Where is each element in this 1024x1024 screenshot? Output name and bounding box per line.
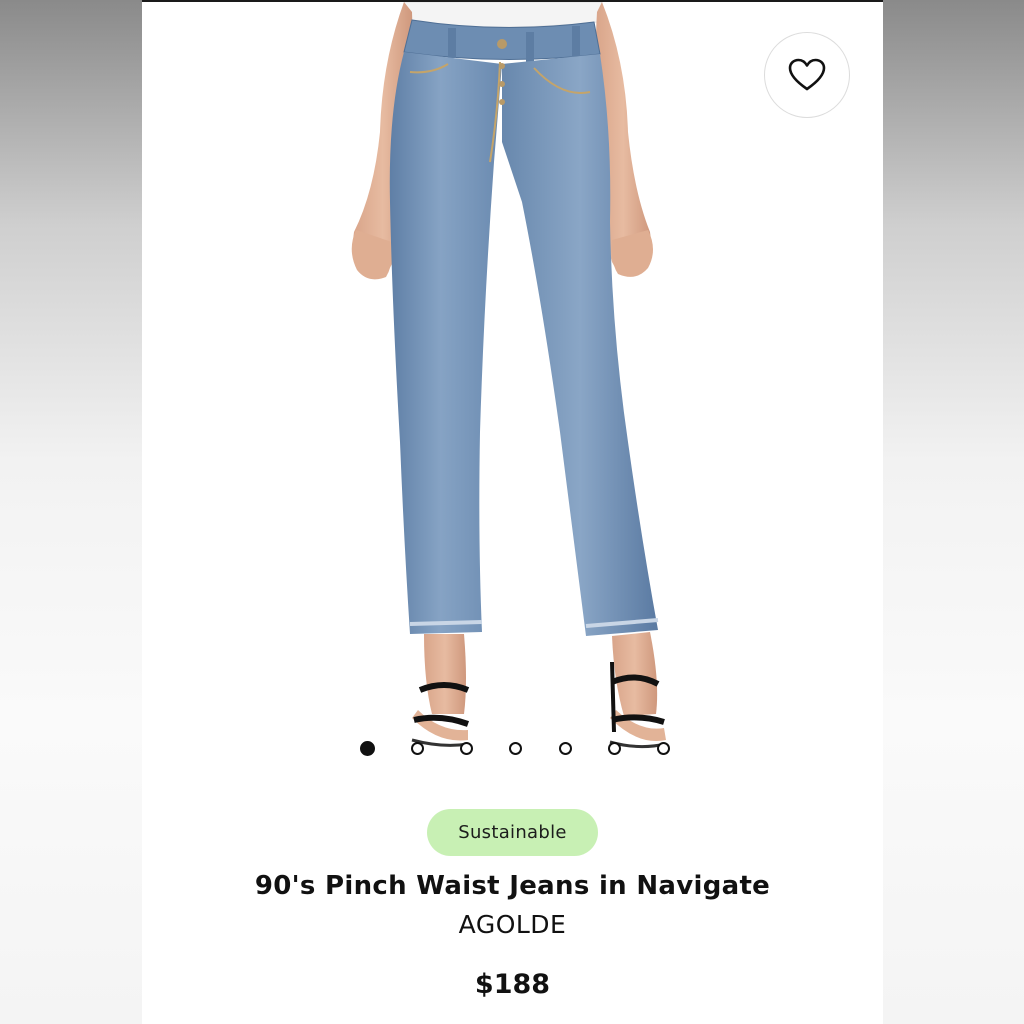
product-card: Sustainable 90's Pinch Waist Jeans in Na… (142, 0, 883, 1024)
right-background (883, 0, 1024, 1024)
brand-name[interactable]: AGOLDE (142, 910, 883, 939)
product-price: $188 (474, 969, 551, 1000)
heart-outline-icon (788, 58, 826, 91)
carousel-dot-5[interactable] (558, 741, 572, 755)
carousel-dot-6[interactable] (607, 741, 621, 755)
carousel-pagination (360, 739, 670, 757)
product-image[interactable] (142, 2, 883, 764)
favorite-button[interactable] (764, 32, 850, 118)
carousel-dot-2[interactable] (411, 741, 425, 755)
carousel-dot-4[interactable] (509, 741, 523, 755)
product-title: 90's Pinch Waist Jeans in Navigate (254, 871, 771, 901)
carousel-dot-1[interactable] (360, 740, 375, 756)
carousel-dot-7[interactable] (656, 741, 670, 755)
jeans-photo-illustration (351, 2, 667, 749)
left-background (0, 0, 142, 1024)
sustainable-badge: Sustainable (427, 809, 598, 856)
carousel-dot-3[interactable] (460, 741, 474, 755)
